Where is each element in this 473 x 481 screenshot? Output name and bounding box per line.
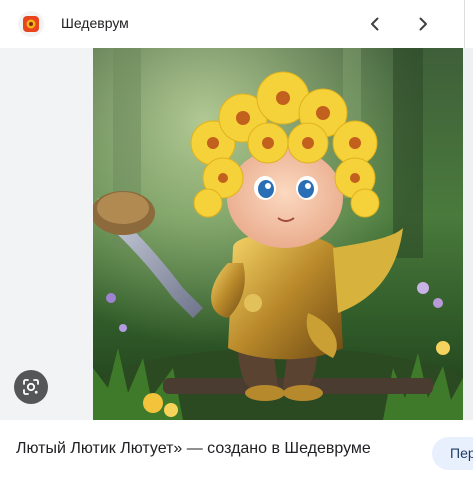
chevron-left-icon — [371, 17, 379, 31]
app-title[interactable]: Шедеврум — [61, 15, 129, 31]
image-left-margin — [0, 48, 93, 420]
next-button[interactable] — [411, 12, 435, 36]
preview-image[interactable] — [93, 48, 463, 420]
chevron-right-icon — [419, 17, 427, 31]
viewer-header: Шедеврум — [0, 0, 473, 48]
header-divider — [464, 0, 465, 48]
google-lens-icon — [23, 379, 39, 395]
image-right-margin — [463, 48, 473, 420]
previous-button[interactable] — [363, 12, 387, 36]
share-button[interactable]: Пер — [432, 437, 473, 470]
shedevrum-logo-icon[interactable] — [18, 11, 44, 37]
chibi-warrior-illustration — [93, 48, 463, 420]
google-lens-button[interactable] — [14, 370, 48, 404]
image-caption[interactable]: Лютый Лютик Лютует» — создано в Шедеврум… — [16, 436, 376, 461]
